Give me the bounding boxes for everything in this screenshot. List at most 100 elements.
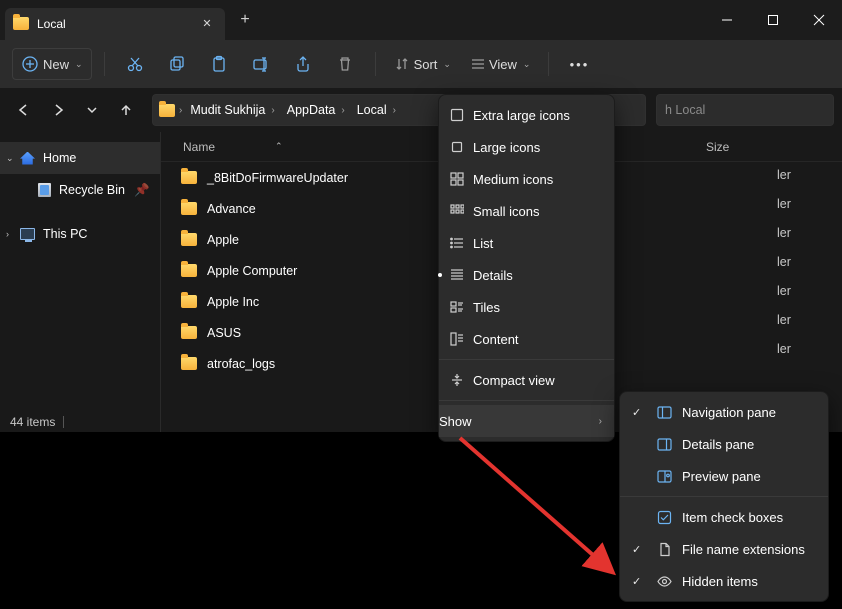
check-icon: ✓ <box>632 543 641 556</box>
menu-large-icons[interactable]: Large icons <box>439 131 614 163</box>
copy-button[interactable] <box>159 48 195 80</box>
menu-list[interactable]: List <box>439 227 614 259</box>
menu-tiles[interactable]: Tiles <box>439 291 614 323</box>
truncated-text: ler <box>777 342 791 356</box>
window-close-button[interactable] <box>796 0 842 40</box>
truncated-text: ler <box>777 255 791 269</box>
file-name: ASUS <box>207 326 241 340</box>
content-icon <box>449 332 465 346</box>
annotation-arrow <box>452 430 627 590</box>
truncated-text: ler <box>777 226 791 240</box>
new-label: New <box>43 57 69 72</box>
rename-button[interactable] <box>243 48 279 80</box>
details-icon <box>449 268 465 282</box>
details-pane-icon <box>656 437 672 452</box>
folder-icon <box>13 17 29 30</box>
submenu-item-check-boxes[interactable]: Item check boxes <box>620 501 828 533</box>
selected-dot-icon <box>438 273 442 277</box>
menu-extra-large-icons[interactable]: Extra large icons <box>439 99 614 131</box>
new-tab-button[interactable]: + <box>225 11 265 29</box>
recent-locations-button[interactable] <box>76 94 108 126</box>
view-button[interactable]: View ⌄ <box>463 48 537 80</box>
sidebar: ⌄ Home Recycle Bin 📌 › This PC <box>0 132 160 432</box>
pin-icon: 📌 <box>134 183 150 198</box>
sort-icon <box>394 56 410 72</box>
view-label: View <box>489 57 517 72</box>
file-name: Apple Inc <box>207 295 259 309</box>
chevron-down-icon: ⌄ <box>6 153 14 164</box>
close-tab-icon[interactable]: ✕ <box>199 17 215 30</box>
checkbox-icon <box>656 510 672 525</box>
view-menu: Extra large icons Large icons Medium ico… <box>438 94 615 442</box>
sidebar-item-recycle-bin[interactable]: Recycle Bin 📌 <box>0 174 160 206</box>
submenu-file-name-extensions[interactable]: ✓File name extensions <box>620 533 828 565</box>
monitor-icon <box>20 228 35 240</box>
menu-small-icons[interactable]: Small icons <box>439 195 614 227</box>
toolbar: New ⌄ Sort ⌄ View ⌄ ••• <box>0 40 842 88</box>
column-name[interactable]: Name <box>183 140 215 154</box>
truncated-text: ler <box>777 168 791 182</box>
breadcrumb-segment[interactable]: AppData› <box>283 103 349 117</box>
more-button[interactable]: ••• <box>561 48 597 80</box>
share-button[interactable] <box>285 48 321 80</box>
menu-content[interactable]: Content <box>439 323 614 355</box>
folder-icon <box>181 357 197 370</box>
tab-title: Local <box>37 17 191 31</box>
sort-button[interactable]: Sort ⌄ <box>388 48 457 80</box>
plus-circle-icon <box>21 55 39 73</box>
breadcrumb-segment[interactable]: Local› <box>353 103 400 117</box>
truncated-text: ler <box>777 313 791 327</box>
folder-icon <box>181 233 197 246</box>
menu-medium-icons[interactable]: Medium icons <box>439 163 614 195</box>
submenu-navigation-pane[interactable]: ✓Navigation pane <box>620 396 828 428</box>
truncated-text: ler <box>777 284 791 298</box>
tiles-icon <box>449 300 465 314</box>
recycle-bin-icon <box>38 183 51 197</box>
nav-row: › Mudit Sukhija› AppData› Local› h Local <box>0 88 842 132</box>
breadcrumb-segment[interactable]: Mudit Sukhija› <box>186 103 278 117</box>
sm-icons-icon <box>449 204 465 218</box>
list-icon <box>449 236 465 250</box>
window-minimize-button[interactable] <box>704 0 750 40</box>
submenu-preview-pane[interactable]: Preview pane <box>620 460 828 492</box>
chevron-right-icon: › <box>599 416 602 427</box>
sidebar-item-this-pc[interactable]: › This PC <box>0 218 160 250</box>
truncated-text: ler <box>777 197 791 211</box>
column-size[interactable]: Size <box>706 140 729 154</box>
sidebar-item-home[interactable]: ⌄ Home <box>0 142 160 174</box>
check-icon: ✓ <box>632 406 641 419</box>
cut-button[interactable] <box>117 48 153 80</box>
file-icon <box>656 542 672 557</box>
folder-icon <box>181 171 197 184</box>
sort-asc-icon: ⌃ <box>275 141 283 152</box>
md-icons-icon <box>449 172 465 186</box>
view-icon <box>469 56 485 72</box>
sort-label: Sort <box>414 57 438 72</box>
chevron-down-icon: ⌄ <box>75 59 83 70</box>
file-name: _8BitDoFirmwareUpdater <box>207 171 348 185</box>
lg-icons-icon <box>449 140 465 154</box>
file-name: atrofac_logs <box>207 357 275 371</box>
navigation-pane-icon <box>656 405 672 420</box>
chevron-right-icon: › <box>6 229 9 239</box>
new-button[interactable]: New ⌄ <box>12 48 92 80</box>
chevron-down-icon: ⌄ <box>523 59 531 70</box>
up-button[interactable] <box>110 94 142 126</box>
menu-compact-view[interactable]: Compact view <box>439 364 614 396</box>
titlebar: Local ✕ + <box>0 0 842 40</box>
paste-button[interactable] <box>201 48 237 80</box>
forward-button[interactable] <box>42 94 74 126</box>
window-maximize-button[interactable] <box>750 0 796 40</box>
submenu-hidden-items[interactable]: ✓Hidden items <box>620 565 828 597</box>
check-icon: ✓ <box>632 575 641 588</box>
menu-details[interactable]: Details <box>439 259 614 291</box>
search-placeholder: h Local <box>665 103 705 117</box>
tab-local[interactable]: Local ✕ <box>5 8 225 40</box>
folder-icon <box>181 326 197 339</box>
back-button[interactable] <box>8 94 40 126</box>
delete-button[interactable] <box>327 48 363 80</box>
search-input[interactable]: h Local <box>656 94 834 126</box>
chevron-down-icon: ⌄ <box>443 59 451 70</box>
submenu-details-pane[interactable]: Details pane <box>620 428 828 460</box>
show-submenu: ✓Navigation pane Details pane Preview pa… <box>619 391 829 602</box>
